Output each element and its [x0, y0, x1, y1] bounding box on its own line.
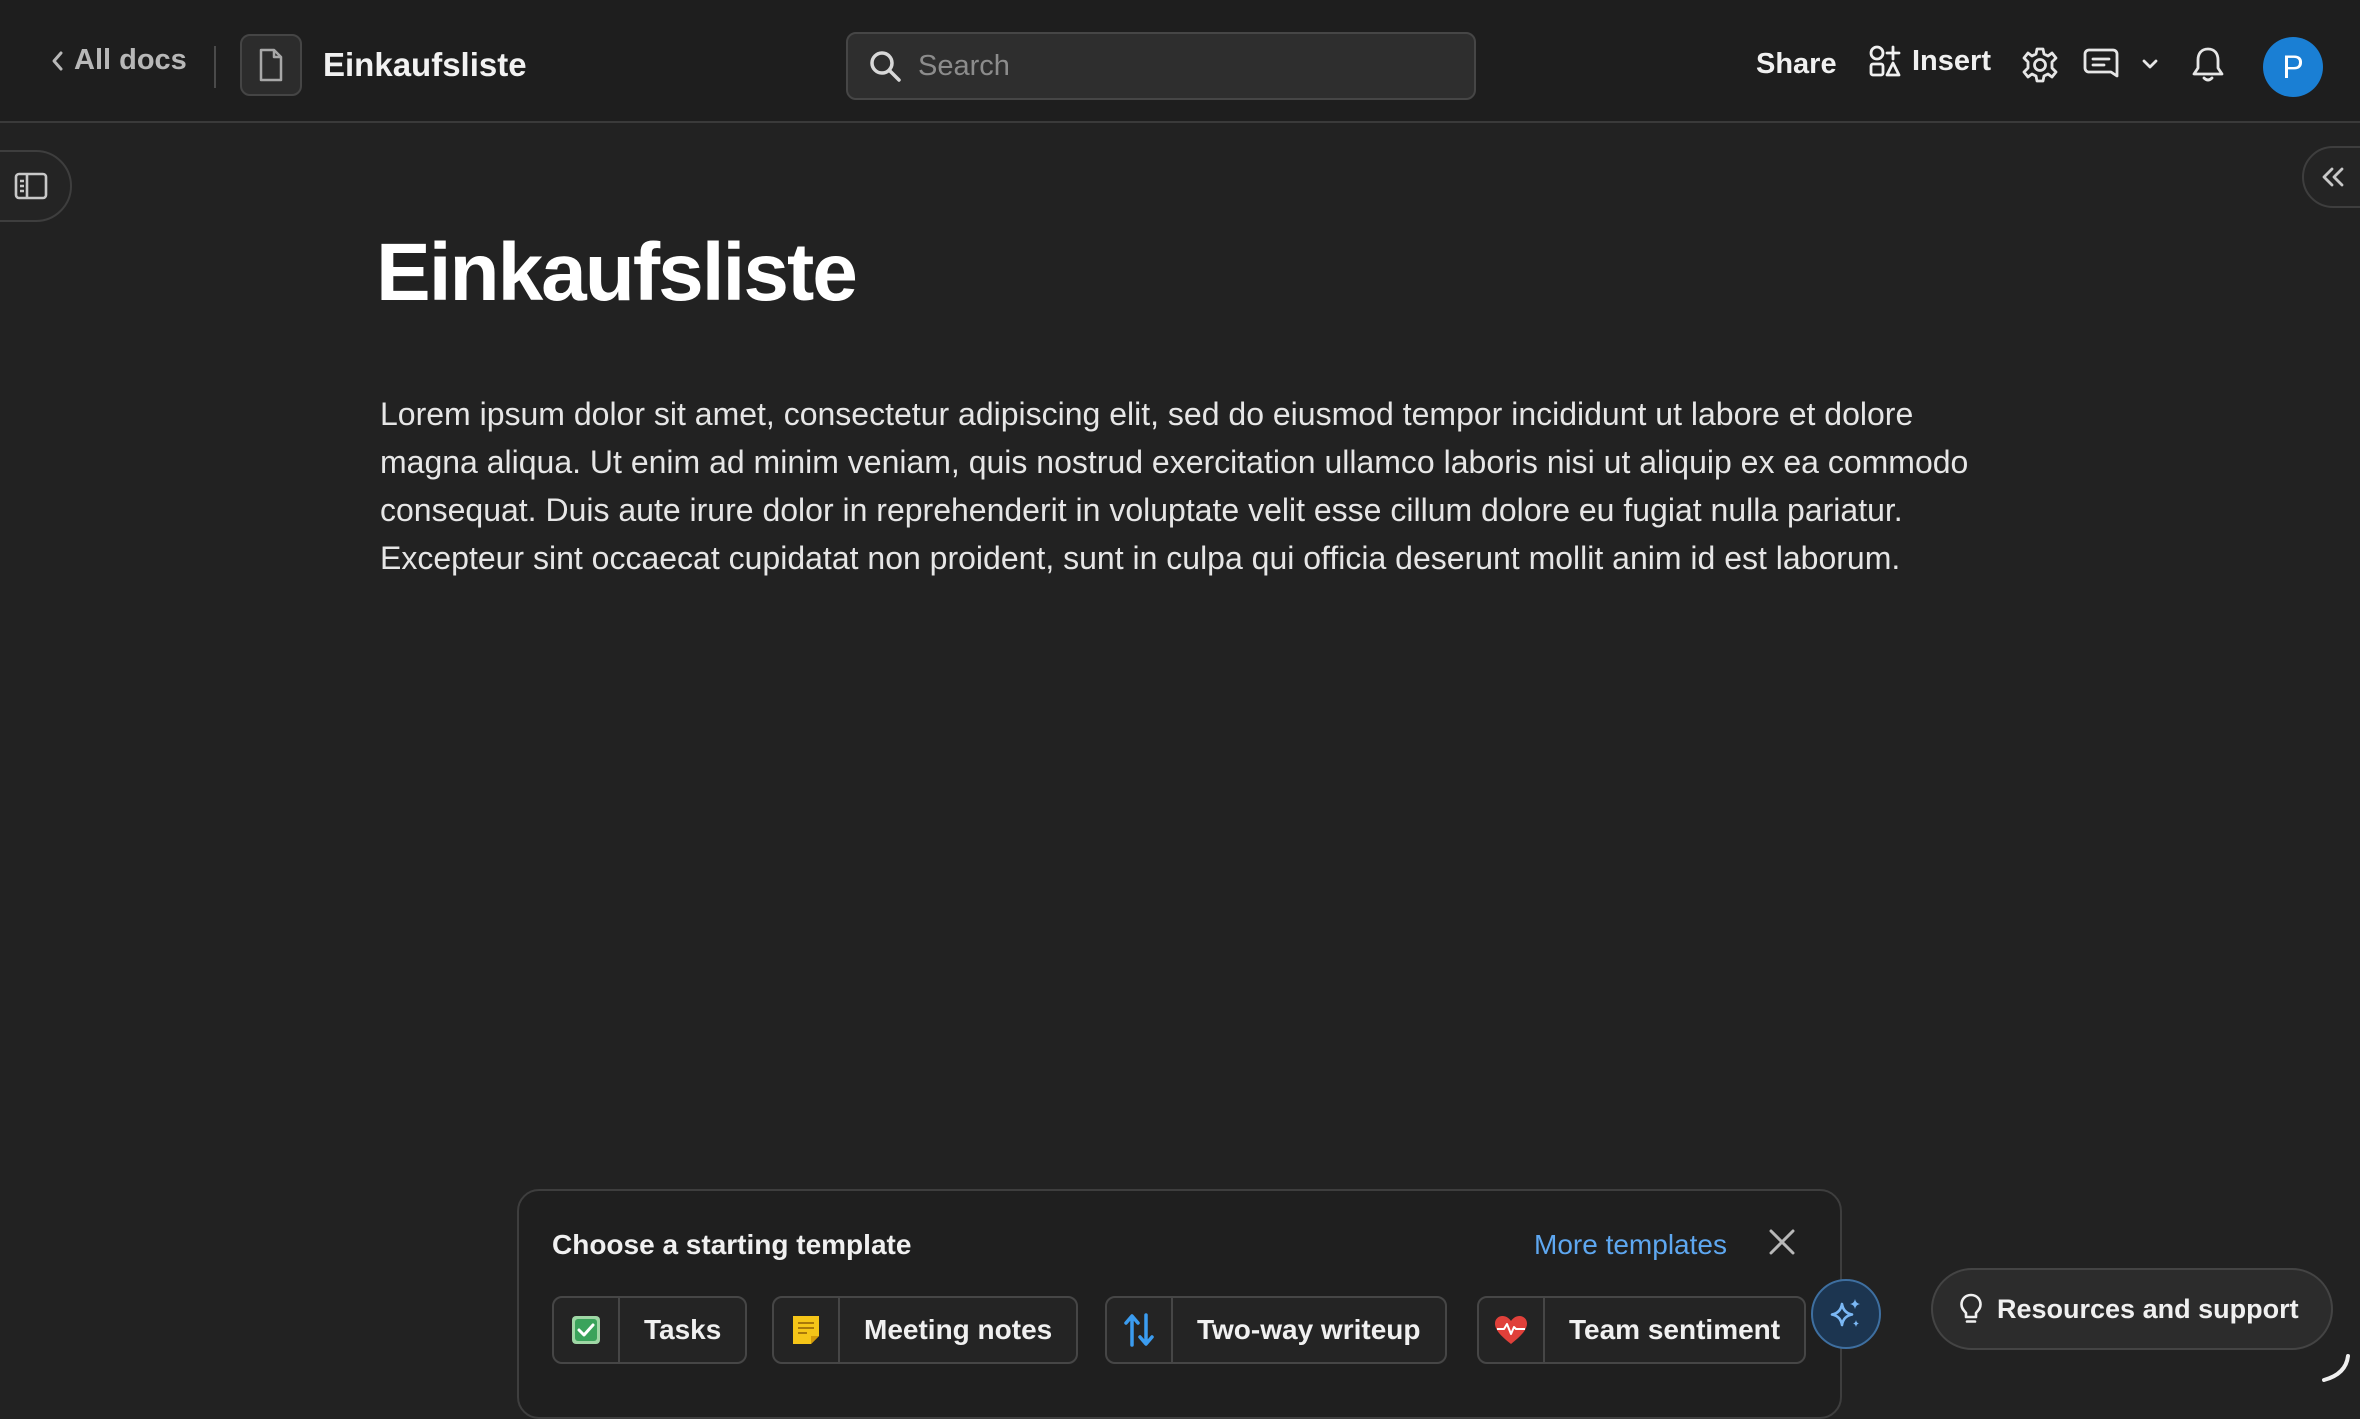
checkbox-icon [572, 1316, 600, 1344]
template-icon-box [554, 1298, 620, 1362]
loading-spinner-icon [2322, 1354, 2350, 1382]
gear-icon [2022, 47, 2058, 83]
template-panel-heading: Choose a starting template [552, 1229, 912, 1260]
search-input[interactable] [916, 48, 1474, 84]
avatar[interactable]: P [2263, 37, 2323, 97]
comment-icon [2083, 48, 2119, 78]
all-docs-label: All docs [74, 44, 187, 76]
insert-icon [1869, 45, 1901, 77]
template-team-sentiment[interactable]: Team sentiment [1477, 1296, 1807, 1364]
search-icon [870, 51, 901, 82]
double-chevron-left-icon [2322, 167, 2344, 187]
up-down-arrows-icon [1124, 1313, 1154, 1347]
template-icon-box [1107, 1298, 1173, 1362]
lightbulb-icon [1960, 1293, 1982, 1323]
share-button[interactable]: Share [1756, 48, 1837, 81]
comments-button[interactable] [2083, 46, 2123, 82]
insert-button[interactable]: Insert [1868, 44, 1991, 78]
bell-icon [2192, 47, 2224, 82]
right-panel-toggle[interactable] [2302, 146, 2360, 208]
template-icon-box [1479, 1298, 1545, 1362]
template-meeting-notes[interactable]: Meeting notes [772, 1296, 1079, 1364]
sticky-note-icon [793, 1316, 819, 1344]
comments-dropdown[interactable] [2141, 58, 2159, 70]
template-tasks[interactable]: Tasks [552, 1296, 748, 1364]
notifications-button[interactable] [2190, 46, 2226, 84]
header-doc-title[interactable]: Einkaufsliste [323, 46, 527, 84]
template-icon-box [774, 1298, 840, 1362]
heart-pulse-icon [1495, 1316, 1527, 1344]
template-two-way-writeup[interactable]: Two-way writeup [1105, 1296, 1447, 1364]
settings-button[interactable] [2021, 46, 2059, 84]
document-body[interactable]: Lorem ipsum dolor sit amet, consectetur … [380, 390, 1990, 582]
template-label: Tasks [644, 1314, 722, 1345]
page-title[interactable]: Einkaufsliste [376, 226, 858, 320]
sparkles-icon [1830, 1299, 1860, 1327]
document-icon [259, 48, 283, 82]
template-label: Two-way writeup [1197, 1314, 1421, 1345]
insert-label: Insert [1912, 44, 1991, 77]
chevron-left-icon [52, 51, 63, 70]
chevron-down-icon [2142, 59, 2158, 69]
resources-label: Resources and support [1997, 1293, 2299, 1324]
top-bar: All docs Einkaufsliste Share Insert [0, 0, 2360, 123]
template-label: Meeting notes [864, 1314, 1053, 1345]
header-divider [214, 46, 216, 88]
close-icon [1769, 1229, 1795, 1255]
left-sidebar-toggle[interactable] [0, 150, 72, 222]
sidebar-icon [14, 172, 48, 200]
resources-and-support-button[interactable]: Resources and support [1931, 1268, 2333, 1350]
more-templates-link[interactable]: More templates [1534, 1229, 1727, 1261]
template-panel: Choose a starting template More template… [517, 1189, 1842, 1419]
template-label: Team sentiment [1569, 1314, 1781, 1345]
search-bar[interactable] [846, 32, 1476, 100]
doc-icon-button[interactable] [240, 34, 302, 96]
close-template-panel-button[interactable] [1767, 1227, 1797, 1262]
ai-assist-button[interactable] [1811, 1279, 1881, 1349]
all-docs-link[interactable]: All docs [50, 44, 187, 77]
